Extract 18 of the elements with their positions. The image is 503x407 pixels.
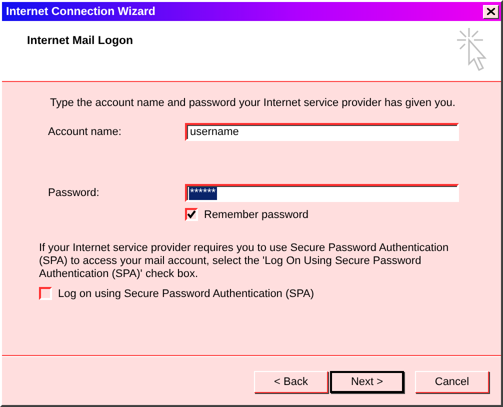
wizard-button[interactable]: Next > (330, 371, 404, 393)
field-label: Password: (48, 187, 100, 199)
close-button[interactable] (483, 4, 499, 18)
window-title: Internet Connection Wizard (6, 6, 156, 18)
input-field[interactable]: username (185, 123, 459, 141)
cursor-sparkle-icon (455, 26, 489, 74)
wizard-button[interactable]: < Back (254, 371, 328, 393)
page-title: Internet Mail Logon (27, 35, 134, 49)
close-icon (487, 8, 495, 15)
instruction-text: Type the account name and password your Internet service provider has given you. (50, 97, 456, 109)
input-field[interactable]: ****** (185, 184, 459, 202)
checkbox[interactable] (39, 287, 52, 300)
spa-note: If your Internet service provider requires you to use Secure Password Authentication (SPA) to access your mail account, select the 'Log On Using Secure Password Authentication (SPA)' check box. (39, 242, 450, 281)
field-label: Account name: (48, 126, 122, 138)
checkbox-label: Log on using Secure Password Authentication (SPA) (58, 288, 314, 300)
checkbox[interactable] (185, 208, 198, 221)
wizard-button[interactable]: Cancel (415, 371, 489, 393)
checkbox-label: Remember password (204, 208, 309, 220)
